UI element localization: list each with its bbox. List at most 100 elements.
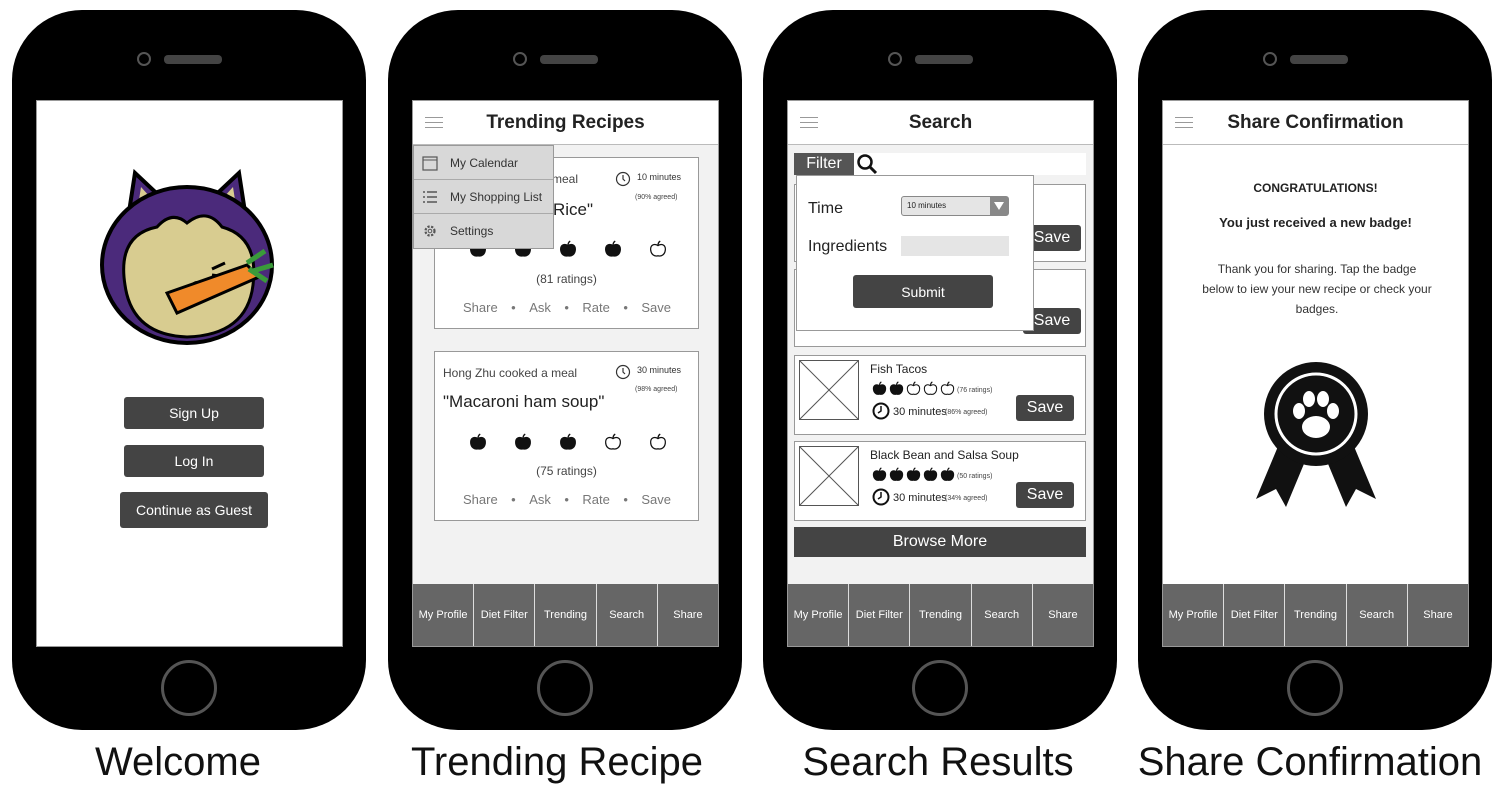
- rating-apples[interactable]: [469, 433, 667, 451]
- menu-icon[interactable]: [1175, 117, 1193, 129]
- tab-bar: My Profile Diet Filter Trending Search S…: [1163, 584, 1468, 646]
- log-in-button[interactable]: Log In: [124, 445, 264, 477]
- menu-icon[interactable]: [425, 117, 443, 129]
- phone-welcome: Sign Up Log In Continue as Guest: [12, 10, 366, 730]
- sign-up-button[interactable]: Sign Up: [124, 397, 264, 429]
- tab-my-profile[interactable]: My Profile: [788, 584, 848, 646]
- recipe-agreed: (34% agreed): [945, 495, 988, 502]
- apple-outline-icon: [605, 433, 621, 450]
- tab-bar: My Profile Diet Filter Trending Search S…: [788, 584, 1093, 646]
- apple-filled-icon: [889, 467, 904, 481]
- tab-share[interactable]: Share: [656, 584, 718, 646]
- recipe-agreed: (86% agreed): [945, 409, 988, 416]
- camera: [1263, 52, 1277, 66]
- rating-apples[interactable]: [872, 467, 955, 482]
- rating-apples[interactable]: [872, 381, 955, 396]
- recipe-card[interactable]: Hong Zhu cooked a meal 30 minutes (98% a…: [434, 351, 699, 521]
- apple-filled-icon: [872, 381, 887, 395]
- home-button[interactable]: [912, 660, 968, 716]
- recipe-name: Black Bean and Salsa Soup: [870, 448, 1019, 462]
- home-button[interactable]: [537, 660, 593, 716]
- home-button[interactable]: [161, 660, 217, 716]
- clock-icon: [872, 488, 890, 506]
- card-author: Hong Zhu cooked a meal: [443, 366, 578, 380]
- tab-diet-filter[interactable]: Diet Filter: [1223, 584, 1284, 646]
- time-select-value: 10 minutes: [907, 201, 947, 210]
- recipe-time: 30 minutes: [893, 406, 947, 418]
- rate-link[interactable]: Rate: [582, 492, 609, 507]
- card-agreed: (90% agreed): [635, 194, 678, 201]
- time-select[interactable]: 10 minutes: [901, 196, 1009, 216]
- apple-outline-icon: [650, 240, 666, 257]
- filter-panel: Time 10 minutes Ingredients Submit: [796, 175, 1034, 331]
- card-title: "Macaroni ham soup": [443, 392, 605, 411]
- share-link[interactable]: Share: [463, 492, 498, 507]
- tab-my-profile[interactable]: My Profile: [1163, 584, 1223, 646]
- tab-trending[interactable]: Trending: [1284, 584, 1345, 646]
- menu-icon[interactable]: [800, 117, 818, 129]
- tab-trending[interactable]: Trending: [534, 584, 595, 646]
- menu-label: My Shopping List: [450, 190, 543, 204]
- home-button[interactable]: [1287, 660, 1343, 716]
- badge-icon[interactable]: [1251, 359, 1381, 509]
- tab-search[interactable]: Search: [595, 584, 657, 646]
- save-link[interactable]: Save: [641, 300, 671, 315]
- tab-search[interactable]: Search: [1345, 584, 1407, 646]
- apple-outline-icon: [906, 381, 921, 395]
- apple-filled-icon: [923, 467, 938, 481]
- result-card[interactable]: Fish Tacos (76 ratings) 30 minutes (86% …: [794, 355, 1086, 435]
- dropdown-arrow-icon: [994, 202, 1004, 210]
- filter-tab[interactable]: Filter: [794, 153, 854, 175]
- welcome-screen: Sign Up Log In Continue as Guest: [36, 100, 343, 647]
- result-card[interactable]: Black Bean and Salsa Soup (50 ratings) 3…: [794, 441, 1086, 521]
- share-link[interactable]: Share: [463, 300, 498, 315]
- ask-link[interactable]: Ask: [529, 492, 551, 507]
- apple-filled-icon: [470, 433, 486, 450]
- tab-my-profile[interactable]: My Profile: [413, 584, 473, 646]
- search-bar[interactable]: Filter: [794, 153, 1086, 175]
- ratings-count: (75 ratings): [536, 464, 597, 478]
- rate-link[interactable]: Rate: [582, 300, 609, 315]
- card-time: 10 minutes: [637, 172, 682, 182]
- tab-share[interactable]: Share: [1406, 584, 1468, 646]
- speaker: [915, 55, 973, 64]
- card-agreed: (98% agreed): [635, 386, 678, 393]
- tab-search[interactable]: Search: [970, 584, 1032, 646]
- apple-outline-icon: [923, 381, 938, 395]
- submit-button[interactable]: Submit: [853, 275, 993, 308]
- ratings-count: (81 ratings): [536, 272, 597, 286]
- menu-item-my-shopping-list[interactable]: My Shopping List: [414, 180, 553, 214]
- tab-diet-filter[interactable]: Diet Filter: [473, 584, 534, 646]
- mascot-logo: [100, 168, 274, 345]
- tab-trending[interactable]: Trending: [909, 584, 970, 646]
- ask-link[interactable]: Ask: [529, 300, 551, 315]
- page-header: Search: [788, 101, 1093, 145]
- page-title: Search: [908, 112, 973, 133]
- ingredients-label: Ingredients: [808, 238, 888, 255]
- card-author: meal: [552, 172, 579, 186]
- share-screen: Share Confirmation CONGRATULATIONS! You …: [1162, 100, 1469, 647]
- ingredients-input[interactable]: [901, 236, 1009, 256]
- menu-item-my-calendar[interactable]: My Calendar: [414, 146, 553, 180]
- apple-filled-icon: [889, 381, 904, 395]
- menu-item-settings[interactable]: Settings: [414, 214, 553, 248]
- save-link[interactable]: Save: [641, 492, 671, 507]
- continue-as-guest-button[interactable]: Continue as Guest: [120, 492, 268, 528]
- ratings-count: (76 ratings): [957, 387, 993, 394]
- caption-trending: Trending Recipe: [410, 740, 703, 784]
- tab-share[interactable]: Share: [1031, 584, 1093, 646]
- page-header: Share Confirmation: [1163, 101, 1468, 145]
- ratings-count: (50 ratings): [957, 473, 993, 480]
- menu-label: My Calendar: [450, 156, 519, 170]
- recipe-name: Fish Tacos: [870, 362, 928, 376]
- tab-diet-filter[interactable]: Diet Filter: [848, 584, 909, 646]
- browse-more-button[interactable]: Browse More: [794, 527, 1086, 557]
- list-icon: [423, 191, 437, 203]
- save-button[interactable]: Save: [1016, 482, 1074, 508]
- card-time: 30 minutes: [637, 365, 682, 375]
- calendar-icon: [422, 156, 438, 171]
- save-button[interactable]: Save: [1016, 395, 1074, 421]
- search-icon[interactable]: [856, 153, 878, 175]
- recipe-image-placeholder: [799, 446, 859, 506]
- speaker: [164, 55, 222, 64]
